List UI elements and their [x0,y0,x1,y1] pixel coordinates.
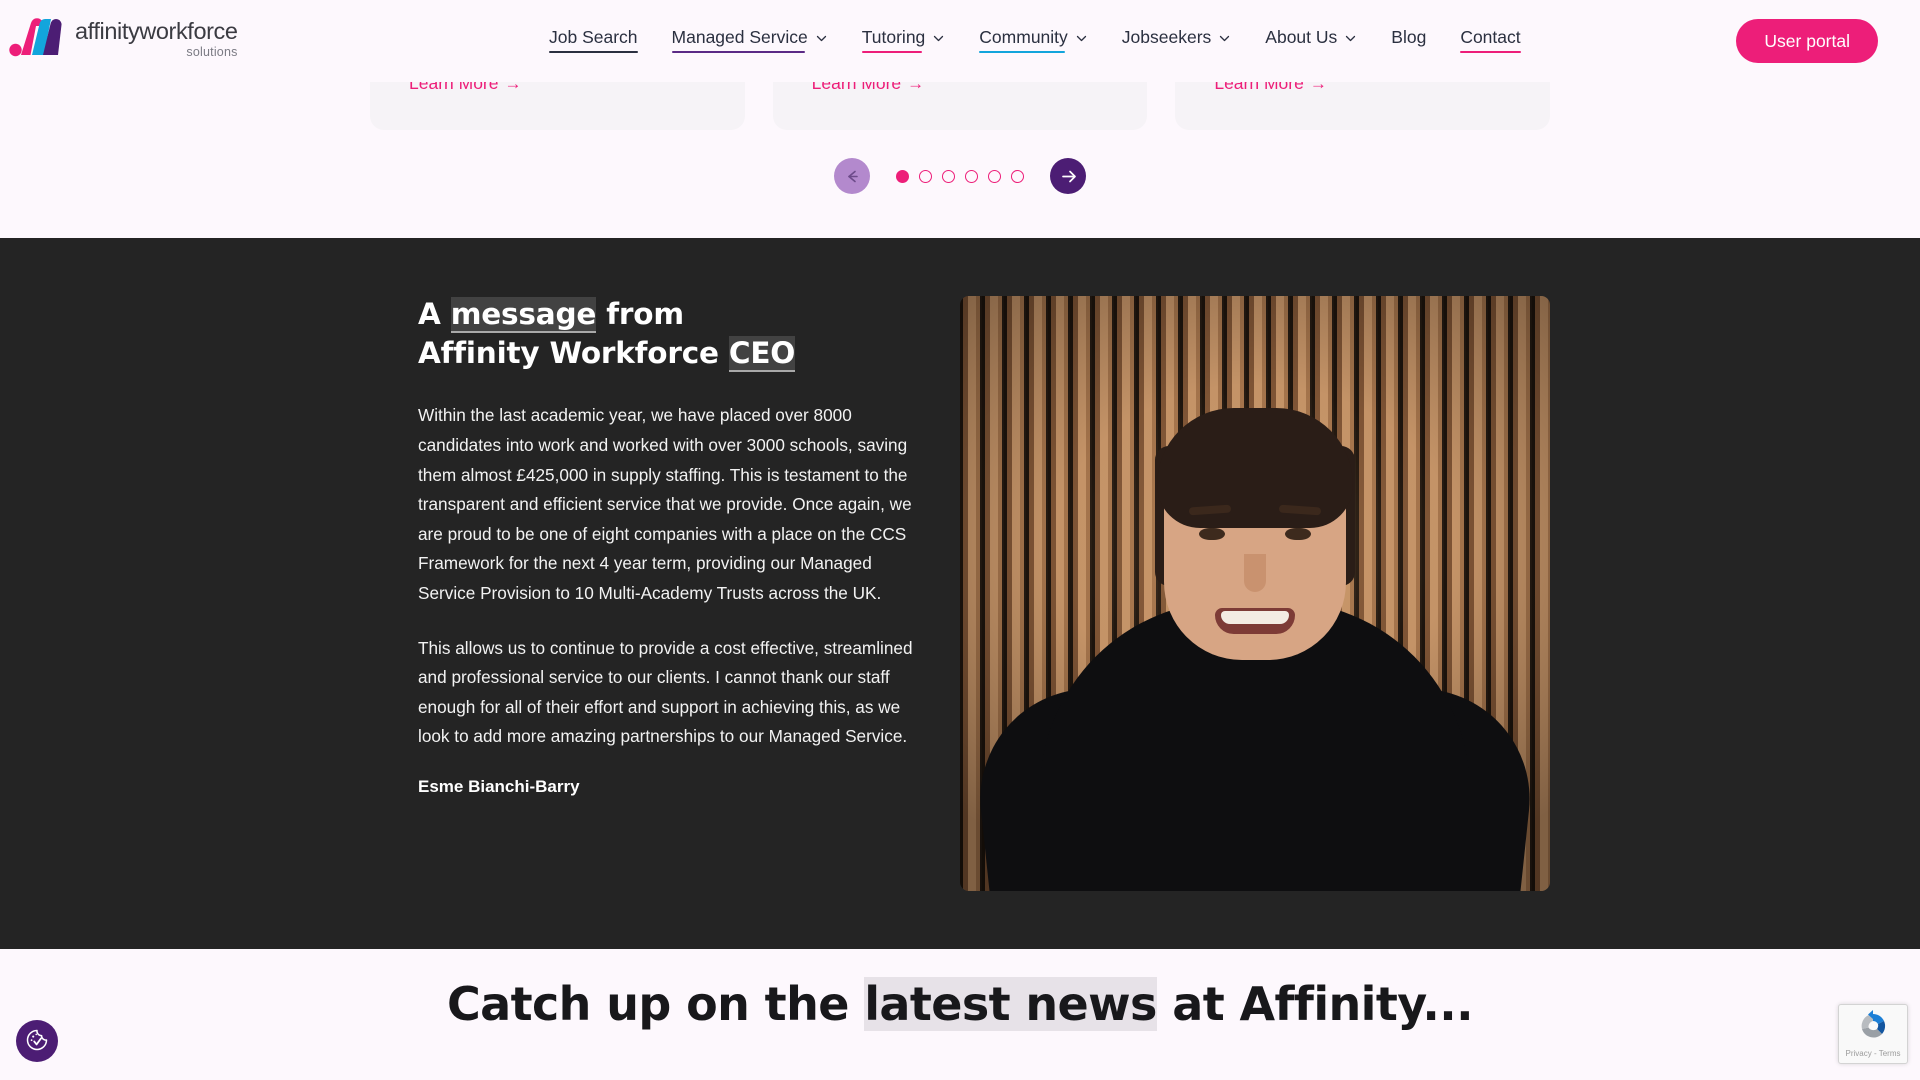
logo-wordmark: affinityworkforce solutions [75,16,238,59]
chevron-down-icon [815,32,828,45]
nav-label: Jobseekers [1121,27,1212,47]
nav-label: Job Search [549,27,638,47]
ceo-paragraph-1: Within the last academic year, we have p… [418,405,912,603]
carousel-dot-6[interactable] [1011,169,1024,183]
nav-label: Tutoring [861,27,926,47]
ceo-message-section: A message from Affinity Workforce CEO Wi… [0,238,1920,949]
nav-item-about-us[interactable]: About Us [1248,24,1374,50]
nav-label: About Us [1265,27,1338,47]
nav-underline [979,50,1065,53]
carousel-prev-button[interactable] [834,158,870,194]
recaptcha-privacy-terms: Privacy - Terms [1845,1049,1901,1058]
ceo-heading-line2-pre: Affinity Workforce [418,336,729,371]
carousel-dot-1[interactable] [896,169,909,183]
ceo-portrait-photo [960,296,1550,891]
nav-underline [549,50,638,53]
carousel-next-button[interactable] [1050,158,1086,194]
nav-label: Contact [1460,27,1521,47]
nav-label: Community [979,27,1068,47]
nav-label: Managed Service [671,27,808,47]
main-navigation: Job Search Managed Service Tutoring Comm… [532,24,1538,53]
ceo-message-text: A message from Affinity Workforce CEO Wi… [418,295,913,797]
news-heading-post: at Affinity... [1156,977,1473,1031]
nav-item-contact[interactable]: Contact [1443,24,1537,53]
arrow-left-icon [844,168,861,185]
chevron-down-icon [1075,32,1088,45]
arrow-right-icon [1060,168,1077,185]
person-figure [960,296,1550,891]
nav-item-blog[interactable]: Blog [1374,24,1443,50]
news-heading-pre: Catch up on the [447,977,865,1031]
news-heading-highlight: latest news [864,977,1157,1031]
accessibility-widget-button[interactable] [16,1020,58,1062]
nav-underline [671,50,805,53]
site-header: affinityworkforce solutions Job Search M… [0,0,1920,82]
nav-underline [1460,50,1521,53]
ceo-signature: Esme Bianchi-Barry [418,776,580,796]
nav-item-tutoring[interactable]: Tutoring [845,24,963,53]
nav-underline [861,50,923,53]
user-portal-button[interactable]: User portal [1736,19,1878,63]
news-section-heading: Catch up on the latest news at Affinity.… [0,977,1920,1031]
ceo-heading-highlight-message: message [450,297,597,333]
carousel-dot-2[interactable] [919,169,932,183]
ceo-heading-pre: A [418,297,451,331]
recaptcha-icon [1857,1010,1889,1047]
carousel-controls [0,158,1920,194]
ceo-heading-post: from [596,297,684,331]
chevron-down-icon [1218,32,1231,45]
carousel-dot-3[interactable] [942,169,955,183]
chevron-down-icon [932,32,945,45]
latest-news-section: Catch up on the latest news at Affinity.… [0,949,1920,1080]
ceo-heading-highlight-ceo: CEO [728,336,796,373]
recaptcha-badge[interactable]: Privacy - Terms [1838,1004,1908,1064]
nav-label: Blog [1391,27,1427,47]
ceo-heading: A message from Affinity Workforce CEO [418,295,913,373]
logo-tagline: solutions [186,45,238,59]
carousel-dot-4[interactable] [965,169,978,183]
site-logo[interactable]: affinityworkforce solutions [8,14,238,60]
carousel-dot-5[interactable] [988,169,1001,183]
ceo-paragraph-2: This allows us to continue to provide a … [418,637,913,747]
carousel-dots [896,169,1024,183]
nav-item-managed-service[interactable]: Managed Service [655,24,845,53]
chevron-down-icon [1344,32,1357,45]
affinity-logo-icon [8,14,66,60]
nav-item-jobseekers[interactable]: Jobseekers [1105,24,1249,50]
nav-item-job-search[interactable]: Job Search [532,24,655,53]
logo-name: affinityworkforce [75,17,238,44]
accessibility-cookie-icon [24,1027,50,1056]
nav-item-community[interactable]: Community [962,24,1105,53]
